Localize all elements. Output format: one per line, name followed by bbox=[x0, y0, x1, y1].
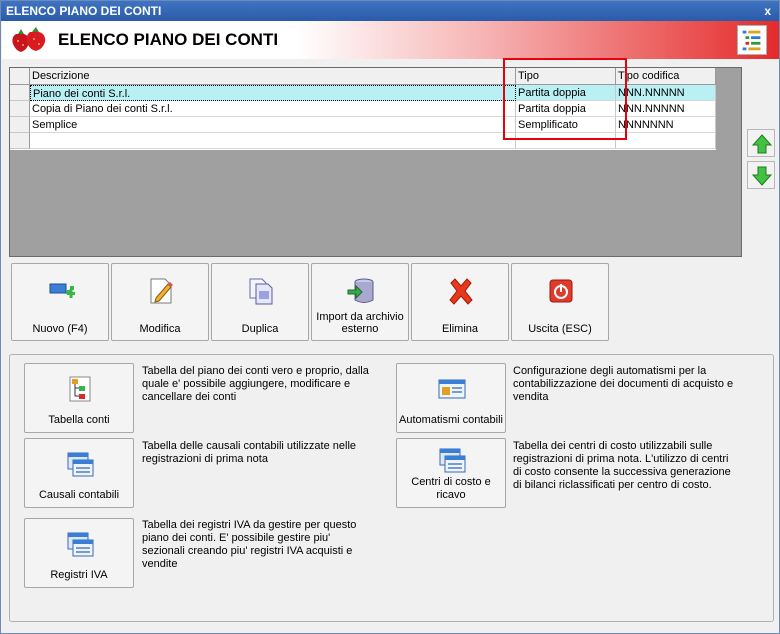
centri-costo-button[interactable]: Centri di costo e ricavo bbox=[396, 438, 506, 508]
green-down-arrow-icon bbox=[751, 166, 773, 186]
tabella-conti-description: Tabella del piano dei conti vero e propr… bbox=[142, 365, 369, 403]
cell-empty bbox=[616, 133, 716, 149]
tree-chart-icon bbox=[69, 376, 91, 402]
cell-descrizione: Semplice bbox=[30, 117, 516, 133]
functions-panel: Tabella conti Tabella del piano dei cont… bbox=[9, 354, 774, 622]
green-up-arrow-icon bbox=[751, 134, 773, 154]
automatismi-contabili-label: Automatismi contabili bbox=[399, 414, 503, 426]
close-icon[interactable]: x bbox=[764, 1, 771, 21]
column-header-descrizione[interactable]: Descrizione bbox=[30, 68, 516, 85]
automatismi-contabili-description: Configurazione degli automatismi per la … bbox=[513, 365, 734, 403]
delete-x-icon bbox=[449, 278, 473, 305]
causali-contabili-description: Tabella delle causali contabili utilizza… bbox=[142, 440, 357, 465]
grid-corner bbox=[10, 68, 30, 85]
highlight-annotation bbox=[503, 58, 627, 140]
new-item-icon bbox=[49, 283, 75, 298]
database-import-icon bbox=[347, 278, 374, 303]
modifica-button[interactable]: Modifica bbox=[111, 263, 209, 341]
automatismi-contabili-button[interactable]: Automatismi contabili bbox=[396, 363, 506, 433]
move-up-button[interactable] bbox=[747, 129, 775, 157]
row-indicator[interactable] bbox=[10, 85, 30, 101]
registri-iva-description: Tabella dei registri IVA da gestire per … bbox=[142, 519, 357, 570]
duplica-button[interactable]: Duplica bbox=[211, 263, 309, 341]
registri-iva-button[interactable]: Registri IVA bbox=[24, 518, 134, 588]
edit-icon bbox=[150, 278, 173, 304]
duplicate-icon bbox=[249, 278, 273, 305]
nuovo-button[interactable]: Nuovo (F4) bbox=[11, 263, 109, 341]
centri-costo-label-line2: ricavo bbox=[436, 489, 466, 501]
uscita-button[interactable]: Uscita (ESC) bbox=[511, 263, 609, 341]
centri-costo-description: Tabella dei centri di costo utilizzabili… bbox=[513, 440, 731, 491]
cell-descrizione: Copia di Piano dei conti S.r.l. bbox=[30, 101, 516, 117]
page-title: ELENCO PIANO DEI CONTI bbox=[58, 30, 279, 49]
cell-codifica: NNNNNNN bbox=[616, 117, 716, 133]
centri-costo-label: Centri di costo e ricavo bbox=[397, 476, 505, 502]
power-exit-icon bbox=[549, 279, 573, 303]
import-label: Import da archivio esterno bbox=[312, 311, 408, 335]
cell-codifica: NNN.NNNNN bbox=[616, 101, 716, 117]
row-indicator[interactable] bbox=[10, 133, 30, 149]
import-button[interactable]: Import da archivio esterno bbox=[311, 263, 409, 341]
nuovo-label: Nuovo (F4) bbox=[32, 323, 88, 335]
cell-descrizione: Piano dei conti S.r.l. bbox=[30, 85, 516, 101]
import-label-line2: esterno bbox=[341, 323, 379, 335]
causali-contabili-label: Causali contabili bbox=[38, 489, 120, 501]
main-window: ELENCO PIANO DEI CONTI x ELENCO PIANO DE… bbox=[0, 0, 780, 634]
window-list-icon bbox=[439, 448, 466, 473]
elimina-label: Elimina bbox=[441, 323, 479, 335]
title-bar: ELENCO PIANO DEI CONTI x bbox=[1, 1, 779, 21]
centri-costo-label-line1: Centri di costo e bbox=[411, 476, 491, 488]
causali-contabili-button[interactable]: Causali contabili bbox=[24, 438, 134, 508]
cell-codifica: NNN.NNNNN bbox=[616, 85, 716, 101]
accounts-grid[interactable]: Descrizione Tipo Tipo codifica Piano dei… bbox=[9, 67, 742, 257]
strawberry-logo-icon bbox=[12, 27, 46, 52]
document-list-icon[interactable] bbox=[737, 25, 767, 55]
row-indicator[interactable] bbox=[10, 117, 30, 133]
duplica-label: Duplica bbox=[241, 323, 279, 335]
tabella-conti-label: Tabella conti bbox=[48, 414, 110, 426]
move-down-button[interactable] bbox=[747, 161, 775, 189]
import-label-line1: Import da archivio bbox=[316, 311, 404, 323]
automation-window-icon bbox=[438, 379, 466, 399]
tabella-conti-button[interactable]: Tabella conti bbox=[24, 363, 134, 433]
row-indicator[interactable] bbox=[10, 101, 30, 117]
uscita-label: Uscita (ESC) bbox=[528, 323, 592, 335]
page-header: ELENCO PIANO DEI CONTI bbox=[2, 21, 779, 59]
registri-iva-label: Registri IVA bbox=[50, 569, 108, 581]
window-list-icon bbox=[67, 532, 94, 557]
modifica-label: Modifica bbox=[139, 323, 181, 335]
column-header-tipo-codifica[interactable]: Tipo codifica bbox=[616, 68, 716, 85]
window-list-icon bbox=[67, 452, 94, 477]
cell-empty bbox=[30, 133, 516, 149]
window-title: ELENCO PIANO DEI CONTI bbox=[6, 4, 162, 18]
elimina-button[interactable]: Elimina bbox=[411, 263, 509, 341]
